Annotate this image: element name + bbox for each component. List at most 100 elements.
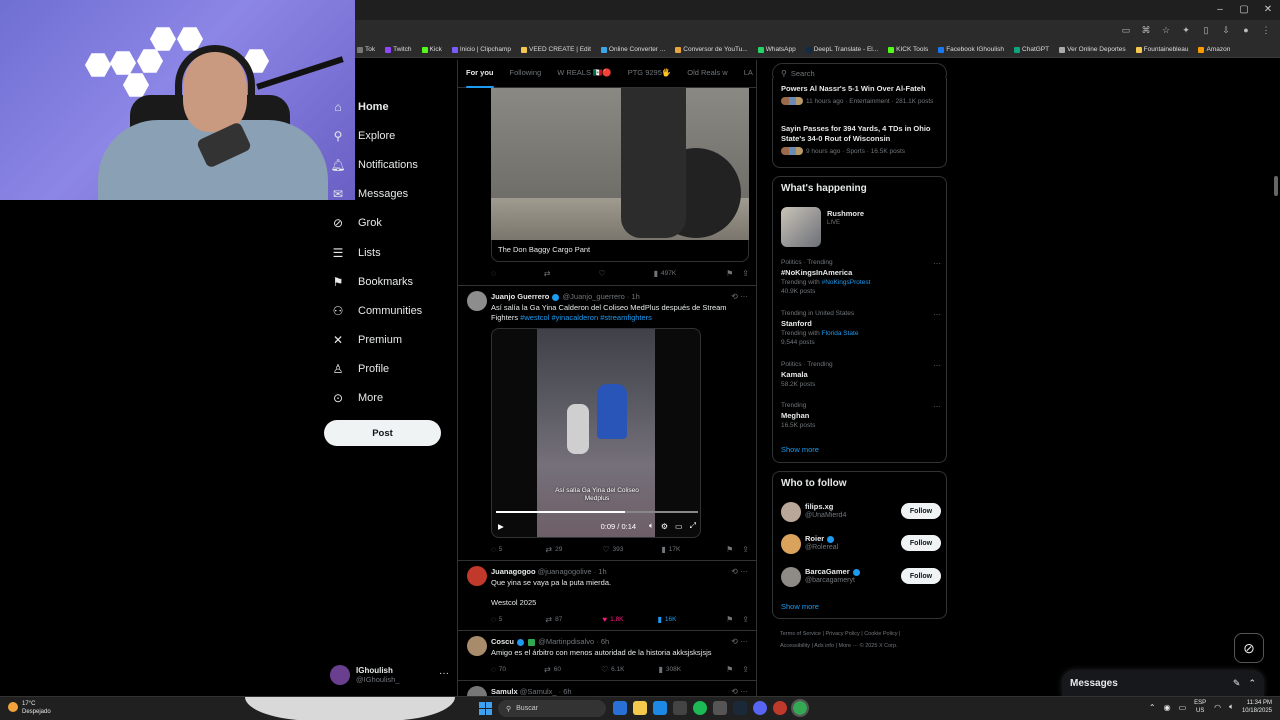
spotify-icon[interactable] — [693, 701, 707, 715]
tweet-time[interactable]: · 1h — [594, 567, 607, 576]
bookmark[interactable]: Fountainebleau — [1135, 46, 1188, 53]
tweet-time[interactable]: · 6h — [596, 637, 609, 646]
weather-widget[interactable]: 17°C Despejado — [8, 700, 51, 716]
avatar[interactable] — [467, 636, 487, 656]
nav-explore[interactable]: ⚲ Explore — [325, 121, 455, 150]
more-dots-icon[interactable]: ··· — [439, 668, 449, 679]
tab-list[interactable]: Old Reals w — [679, 60, 735, 88]
bookmark[interactable]: Inicio | Clipchamp — [451, 46, 511, 53]
tweet-menu[interactable]: ⟲ ··· — [731, 637, 748, 646]
tweet-image[interactable] — [491, 88, 749, 240]
share-button[interactable]: ⇪ — [742, 615, 749, 624]
bookmark[interactable]: Twitch — [385, 46, 412, 53]
tab-list[interactable]: W REALS 🇲🇽🔴 — [549, 60, 620, 88]
downloads-icon[interactable]: ⇩ — [1220, 24, 1232, 36]
show-more-link[interactable]: Show more — [781, 445, 819, 454]
author-name[interactable]: Coscu — [491, 637, 514, 646]
tweet-menu[interactable]: ⟲ ··· — [731, 687, 748, 696]
bookmark[interactable]: Tok — [357, 46, 375, 53]
nav-more[interactable]: ⊙ More — [325, 384, 455, 413]
bookmark[interactable]: DeepL Translate - El... — [805, 46, 878, 53]
follow-suggestion[interactable]: BarcaGamer @barcagameryt Follow — [781, 565, 941, 589]
tab-list[interactable]: LA — [736, 60, 756, 88]
share-button[interactable]: ⇪ — [742, 269, 749, 278]
avatar[interactable] — [781, 502, 801, 522]
author-handle[interactable]: @Juanjo_guerrero — [563, 292, 625, 301]
volume-icon[interactable]: 🔈︎ — [649, 521, 654, 531]
chevron-up-icon[interactable]: ⌃ — [1149, 703, 1156, 712]
like-button[interactable]: ♡ — [598, 269, 605, 278]
battery-icon[interactable]: ▭ — [1179, 703, 1187, 712]
tweet-time[interactable]: · 1h — [627, 292, 640, 301]
author-handle[interactable]: @Martinpdisalvo — [538, 637, 594, 646]
like-button[interactable]: ♡ 6.1K — [601, 665, 625, 674]
footer-link[interactable]: More ··· — [839, 643, 859, 649]
nav-communities[interactable]: ⚇ Communities — [325, 296, 455, 325]
footer-link[interactable]: Cookie Policy — [864, 631, 897, 637]
menu-icon[interactable]: ⋮ — [1260, 24, 1272, 36]
author-handle[interactable]: @Samulx_ — [520, 687, 557, 696]
footer-link[interactable]: Accessibility — [780, 643, 810, 649]
avatar[interactable] — [781, 534, 801, 554]
more-dots-icon[interactable]: ··· — [933, 259, 941, 268]
network-icon[interactable]: ◉ — [1164, 703, 1171, 712]
install-icon[interactable]: ▭ — [1120, 24, 1132, 36]
bookmark[interactable]: ChatGPT — [1014, 46, 1049, 53]
views-button[interactable]: ▮ 308K — [658, 665, 681, 674]
trend-item[interactable]: Politics · Trending #NoKingsInAmerica Tr… — [781, 259, 941, 295]
bookmark[interactable]: VEED CREATE | Edit — [521, 46, 591, 53]
scrollbar[interactable] — [1273, 60, 1279, 700]
views-button[interactable]: ▮ 497K — [654, 269, 677, 278]
live-thumbnail[interactable] — [781, 207, 821, 247]
author-name[interactable]: Juanagogoo — [491, 567, 536, 576]
scrollbar-thumb[interactable] — [1274, 176, 1278, 196]
edge-icon[interactable] — [653, 701, 667, 715]
nav-premium[interactable]: ✕ Premium — [325, 326, 455, 355]
reply-button[interactable]: ◌ 5 — [491, 615, 502, 624]
discord-icon[interactable] — [753, 701, 767, 715]
bookmark-button[interactable]: ⚑ — [726, 269, 733, 278]
more-dots-icon[interactable]: ··· — [933, 361, 941, 370]
tweet-menu[interactable]: ⟲ ··· — [731, 292, 748, 301]
close-button[interactable]: ✕ — [1256, 0, 1280, 20]
live-name[interactable]: Rushmore — [827, 209, 864, 218]
follow-name[interactable]: Roier — [805, 534, 835, 543]
bookmark-button[interactable]: ⚑ — [726, 665, 733, 674]
extensions-icon[interactable]: ✦ — [1180, 24, 1192, 36]
steam-icon[interactable] — [733, 701, 747, 715]
minimize-button[interactable]: – — [1208, 0, 1232, 20]
file-explorer-icon[interactable] — [633, 701, 647, 715]
bookmark[interactable]: Kick — [421, 46, 442, 53]
tweet-hashtags[interactable]: #westcol #yinacalderon #streamfighters — [520, 313, 652, 322]
bookmark-button[interactable]: ⚑ — [726, 615, 733, 624]
copilot-icon[interactable] — [613, 701, 627, 715]
follow-button[interactable]: Follow — [901, 568, 941, 584]
trend-item[interactable]: Politics · Trending Kamala 58.2K posts ·… — [781, 361, 941, 388]
bookmark[interactable]: Amazon — [1198, 46, 1230, 53]
like-button[interactable]: ♥ 1.8K — [602, 615, 623, 624]
more-dots-icon[interactable]: ··· — [933, 402, 941, 411]
show-more-link[interactable]: Show more — [781, 602, 819, 611]
bookmark-button[interactable]: ⚑ — [726, 545, 733, 554]
avatar[interactable] — [467, 291, 487, 311]
language-indicator[interactable]: ESP US — [1194, 699, 1206, 715]
nav-messages[interactable]: ✉ Messages — [325, 180, 455, 209]
avatar[interactable] — [781, 567, 801, 587]
taskbar-search[interactable]: ⚲ Buscar — [498, 700, 606, 717]
nav-grok[interactable]: ⊘ Grok — [325, 209, 455, 238]
follow-button[interactable]: Follow — [901, 535, 941, 551]
video-progress[interactable] — [496, 511, 698, 513]
volume-icon[interactable]: 🔈︎ — [1229, 702, 1234, 712]
app-icon[interactable] — [773, 701, 787, 715]
author-name[interactable]: Samulx — [491, 687, 518, 696]
avatar[interactable] — [467, 566, 487, 586]
news-item[interactable]: Powers Al Nassr's 5-1 Win Over Al-Fateh … — [781, 84, 941, 105]
follow-button[interactable]: Follow — [901, 503, 941, 519]
reply-button[interactable]: ◌ — [491, 269, 496, 278]
follow-name[interactable]: BarcaGamer — [805, 567, 861, 576]
new-message-icon[interactable]: ✎ — [1233, 678, 1241, 689]
share-button[interactable]: ⇪ — [742, 665, 749, 674]
more-dots-icon[interactable]: ··· — [933, 310, 941, 319]
footer-link[interactable]: Terms of Service — [780, 631, 821, 637]
trend-item[interactable]: Trending in United States Stanford Trend… — [781, 310, 941, 346]
